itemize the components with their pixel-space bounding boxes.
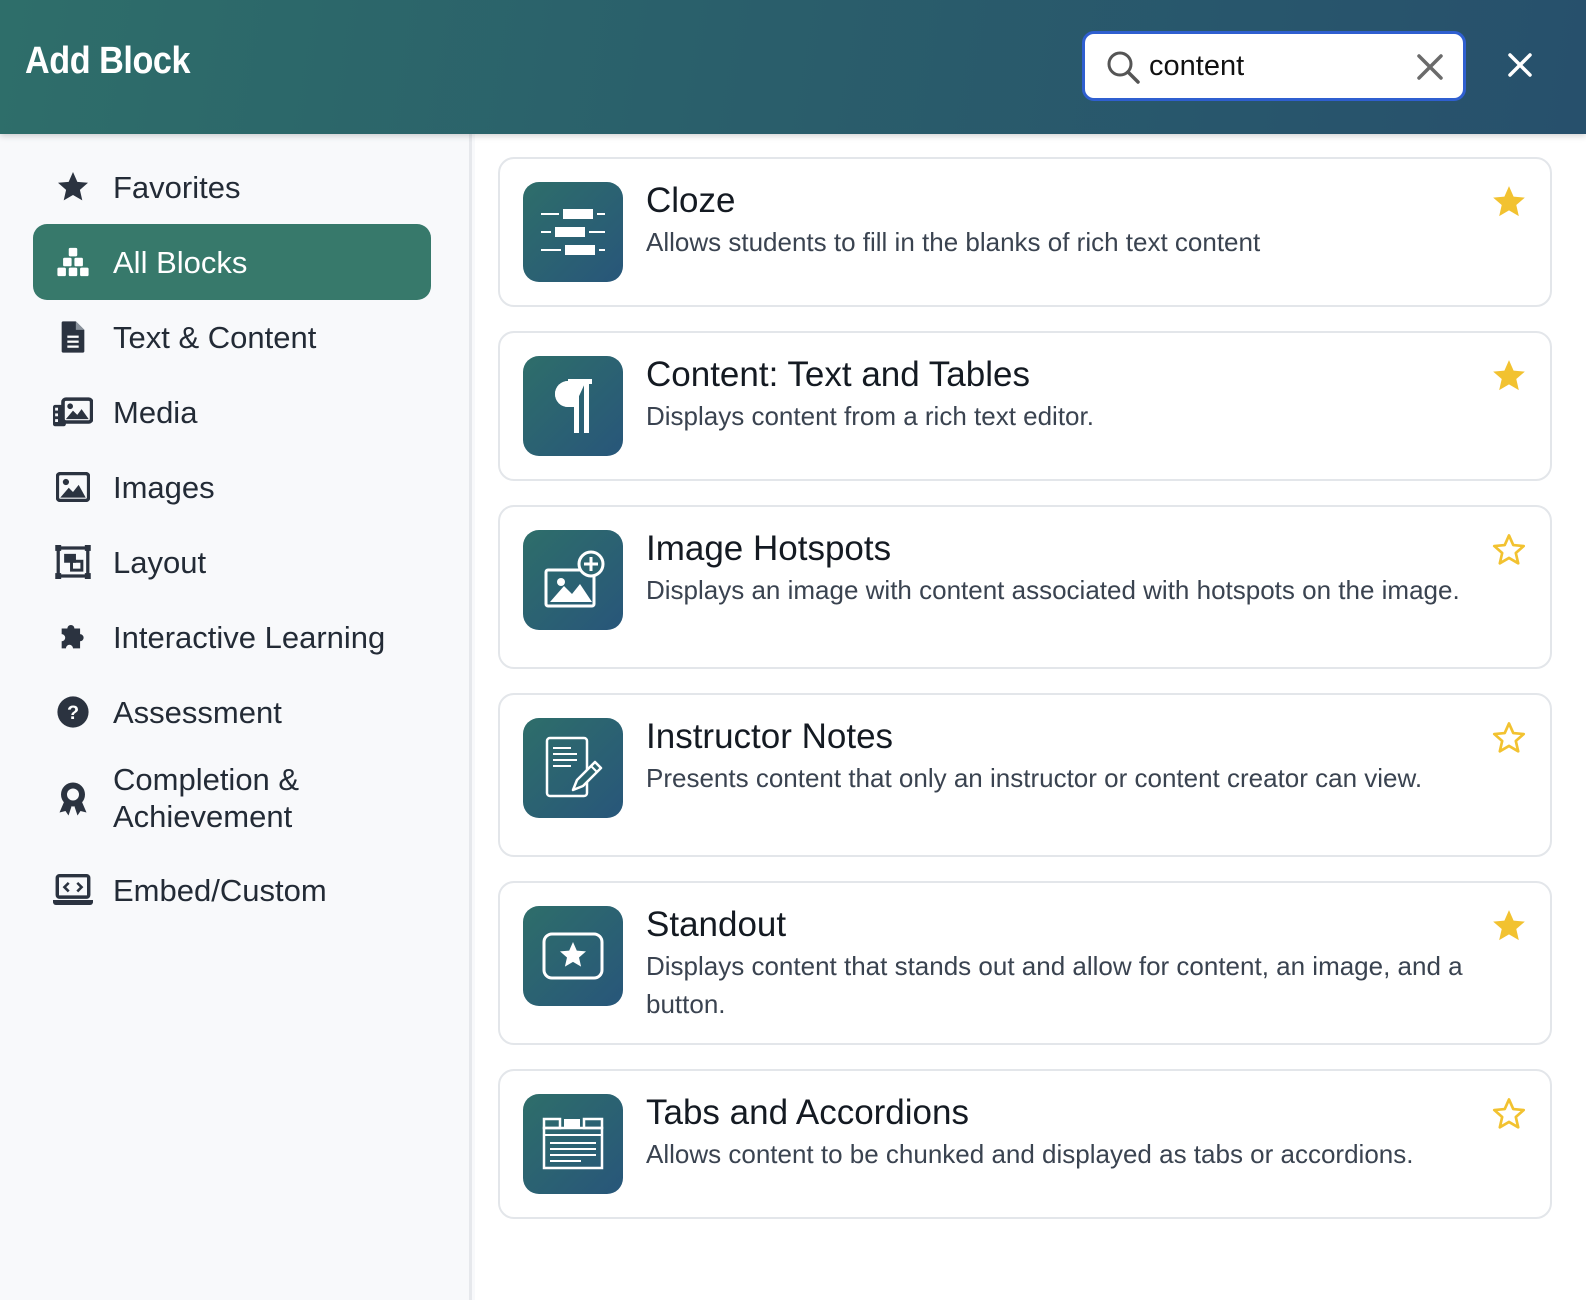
notes-icon xyxy=(523,718,623,818)
block-card-content-text-tables[interactable]: Content: Text and Tables Displays conten… xyxy=(498,331,1552,481)
block-card-instructor-notes[interactable]: Instructor Notes Presents content that o… xyxy=(498,693,1552,857)
sidebar-item-label-line2: Achievement xyxy=(113,799,293,834)
modal-title: Add Block xyxy=(25,40,191,82)
block-name: Instructor Notes xyxy=(646,717,894,756)
block-results: Cloze Allows students to fill in the bla… xyxy=(475,134,1586,1300)
search-input[interactable] xyxy=(1149,46,1389,86)
sidebar-item-label: Embed/Custom xyxy=(113,872,327,908)
block-card-tabs-accordions[interactable]: Tabs and Accordions Allows content to be… xyxy=(498,1069,1552,1219)
svg-text:?: ? xyxy=(67,702,79,724)
block-name: Cloze xyxy=(646,181,736,220)
block-name: Content: Text and Tables xyxy=(646,355,1030,394)
sidebar-item-label: Media xyxy=(113,394,198,430)
media-icon xyxy=(53,392,93,432)
sidebar-item-label: Images xyxy=(113,469,215,505)
category-sidebar: Favorites All Blocks Text & Content Medi… xyxy=(0,134,472,1300)
block-description: Allows students to fill in the blanks of… xyxy=(646,227,1261,257)
favorite-star-outline-icon[interactable] xyxy=(1490,1095,1528,1133)
tabs-icon xyxy=(523,1094,623,1194)
sidebar-item-media[interactable]: Media xyxy=(33,374,431,450)
block-card-cloze[interactable]: Cloze Allows students to fill in the bla… xyxy=(498,157,1552,307)
sidebar-item-label: Favorites xyxy=(113,169,241,205)
close-modal-icon[interactable] xyxy=(1505,50,1535,80)
question-circle-icon: ? xyxy=(53,692,93,732)
sidebar-item-assessment[interactable]: ? Assessment xyxy=(33,674,431,750)
block-name: Tabs and Accordions xyxy=(646,1093,969,1132)
image-hotspot-icon xyxy=(523,530,623,630)
laptop-code-icon xyxy=(53,870,93,910)
sidebar-item-all-blocks[interactable]: All Blocks xyxy=(33,224,431,300)
document-icon xyxy=(53,317,93,357)
sidebar-item-label-line1: Completion & xyxy=(113,762,300,797)
sidebar-item-label: Text & Content xyxy=(113,319,317,355)
image-icon xyxy=(53,467,93,507)
block-card-standout[interactable]: Standout Displays content that stands ou… xyxy=(498,881,1552,1045)
sidebar-item-embed-custom[interactable]: Embed/Custom xyxy=(33,852,431,928)
sidebar-item-images[interactable]: Images xyxy=(33,449,431,525)
favorite-star-filled-icon[interactable] xyxy=(1490,183,1528,221)
sidebar-item-interactive-learning[interactable]: Interactive Learning xyxy=(33,599,431,675)
modal-header: Add Block xyxy=(0,0,1586,134)
block-description: Allows content to be chunked and display… xyxy=(646,1139,1414,1169)
blocks-icon xyxy=(53,242,93,282)
puzzle-icon xyxy=(53,617,93,657)
sidebar-item-label: Completion & Achievement xyxy=(113,761,299,835)
standout-star-icon xyxy=(523,906,623,1006)
sidebar-item-layout[interactable]: Layout xyxy=(33,524,431,600)
favorite-star-filled-icon[interactable] xyxy=(1490,907,1528,945)
cloze-icon xyxy=(523,182,623,282)
star-icon xyxy=(53,167,93,207)
block-name: Image Hotspots xyxy=(646,529,892,568)
favorite-star-outline-icon[interactable] xyxy=(1490,531,1528,569)
sidebar-item-label: All Blocks xyxy=(113,244,248,280)
clear-search-icon[interactable] xyxy=(1415,52,1445,82)
block-description: Displays content that stands out and all… xyxy=(646,951,1463,1019)
award-icon xyxy=(53,779,93,819)
block-name: Standout xyxy=(646,905,787,944)
search-icon xyxy=(1107,51,1140,84)
sidebar-item-favorites[interactable]: Favorites xyxy=(33,149,431,225)
favorite-star-outline-icon[interactable] xyxy=(1490,719,1528,757)
sidebar-item-label: Interactive Learning xyxy=(113,619,386,655)
sidebar-item-label: Assessment xyxy=(113,694,282,730)
layout-icon xyxy=(53,542,93,582)
sidebar-item-text-content[interactable]: Text & Content xyxy=(33,299,431,375)
search-box[interactable] xyxy=(1082,31,1466,101)
sidebar-item-completion-achievement[interactable]: Completion & Achievement xyxy=(33,749,431,849)
favorite-star-filled-icon[interactable] xyxy=(1490,357,1528,395)
block-card-image-hotspots[interactable]: Image Hotspots Displays an image with co… xyxy=(498,505,1552,669)
sidebar-item-label: Layout xyxy=(113,544,207,580)
block-description: Displays an image with content associate… xyxy=(646,575,1460,605)
block-description: Displays content from a rich text editor… xyxy=(646,401,1094,431)
paragraph-icon xyxy=(523,356,623,456)
block-description: Presents content that only an instructor… xyxy=(646,763,1423,793)
